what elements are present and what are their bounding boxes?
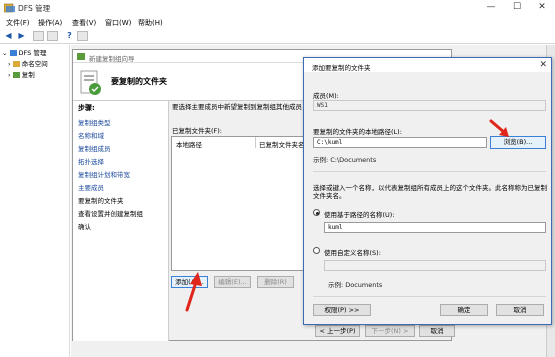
wizard-heading: 要复制的文件夹 (111, 77, 167, 86)
step-current: 要复制的文件夹 (78, 197, 124, 205)
path-example: 示例: C:\Documents (313, 156, 377, 164)
member-label: 成员(M): (313, 92, 339, 100)
path-based-name-label[interactable]: 使用基于路径的名称(U): (324, 209, 395, 219)
wizard-icon (77, 53, 85, 60)
toolbar: ◀ ▶ ? (0, 29, 555, 44)
column-folder-name[interactable]: 已复制文件夹名 (259, 139, 305, 149)
console-tree-icon[interactable] (33, 31, 44, 41)
close-button[interactable]: ✕ (529, 1, 555, 15)
expand-icon[interactable]: › (8, 60, 11, 68)
add-button[interactable]: 添加(A)... (171, 276, 208, 288)
steps-heading: 步骤: (78, 104, 95, 112)
dialog-close-icon[interactable]: ✕ (539, 60, 547, 70)
ok-button[interactable]: 确定 (440, 304, 488, 316)
expand-icon[interactable]: › (8, 71, 11, 79)
step-pending: 查看设置并创建复制组 (78, 210, 143, 218)
folder-name-info: 选择或键入一个名称，以代表复制组所有成员上的这个文件夹。此名称称为已复制文件夹名… (313, 184, 547, 200)
step-link[interactable]: 名称和域 (78, 130, 104, 140)
column-separator[interactable] (255, 137, 256, 148)
replication-icon (12, 72, 20, 78)
delete-button[interactable]: 删除(R) (257, 276, 294, 288)
custom-name-example: 示例: Documents (328, 281, 383, 289)
path-based-name-field[interactable]: kuml (324, 222, 546, 233)
step-link[interactable]: 复制组类型 (78, 117, 111, 127)
console-tree: ⌄ DFS 管理 › 命名空间 › 复制 (0, 45, 70, 357)
tree-item-replication[interactable]: › 复制 (8, 69, 35, 79)
divider (313, 171, 546, 172)
tree-item-namespaces[interactable]: › 命名空间 (8, 58, 48, 68)
title-bar: DFS 管理 — ☐ ✕ (0, 0, 555, 16)
tree-item-dfs-management[interactable]: ⌄ DFS 管理 (2, 47, 46, 57)
menu-action[interactable]: 操作(A) (38, 18, 62, 28)
folder-icon (12, 61, 20, 67)
step-pending: 确认 (78, 223, 91, 231)
forward-arrow-icon[interactable]: ▶ (16, 31, 27, 41)
minimize-button[interactable]: — (478, 1, 504, 15)
step-link[interactable]: 拓扑选择 (78, 156, 104, 166)
back-button[interactable]: < 上一步(P) (315, 325, 360, 337)
help-icon[interactable]: ? (64, 31, 75, 41)
wizard-steps-panel: 步骤: 复制组类型 名称和域 复制组成员 拓扑选择 复制组计划和带宽 主要成员 … (73, 101, 169, 341)
menu-file[interactable]: 文件(F) (6, 18, 30, 28)
dialog-title: 添加要复制的文件夹 (312, 64, 371, 72)
column-local-path[interactable]: 本地路径 (176, 139, 202, 149)
custom-name-field[interactable] (324, 260, 546, 271)
path-label: 要复制的文件夹的本地路径(L): (313, 128, 402, 136)
menu-view[interactable]: 查看(V) (72, 18, 96, 28)
step-link[interactable]: 主要成员 (78, 182, 104, 192)
menu-bar: 文件(F) 操作(A) 查看(V) 窗口(W) 帮助(H) (0, 16, 555, 29)
replicated-folders-label: 已复制文件夹(F): (172, 127, 223, 135)
dfs-app-icon (4, 3, 15, 13)
wizard-title: 新建复制组向导 (89, 55, 135, 63)
divider (313, 296, 546, 297)
dfs-icon (9, 50, 17, 56)
dialog-title-bar: 添加要复制的文件夹 ✕ (304, 58, 551, 72)
member-field: WS1 (313, 100, 546, 111)
custom-name-radio[interactable] (313, 247, 320, 254)
maximize-button[interactable]: ☐ (504, 1, 530, 15)
wizard-cancel-button[interactable]: 取消 (419, 325, 455, 337)
step-link[interactable]: 复制组计划和带宽 (78, 169, 130, 179)
local-path-input[interactable]: C:\kuml (313, 137, 487, 148)
permissions-button[interactable]: 权限(P) >> (313, 304, 371, 316)
properties-icon[interactable] (47, 31, 58, 41)
menu-help[interactable]: 帮助(H) (138, 18, 163, 28)
step-link[interactable]: 复制组成员 (78, 143, 111, 153)
window-title: DFS 管理 (18, 4, 51, 13)
collapse-icon[interactable]: ⌄ (2, 49, 7, 57)
next-button[interactable]: 下一步(N) > (365, 325, 415, 337)
browse-button[interactable]: 浏览(B)... (490, 136, 546, 149)
menu-window[interactable]: 窗口(W) (105, 18, 131, 28)
back-arrow-icon[interactable]: ◀ (3, 31, 14, 41)
edit-button[interactable]: 编辑(E)... (214, 276, 251, 288)
add-folder-dialog: 添加要复制的文件夹 ✕ 成员(M): WS1 要复制的文件夹的本地路径(L): … (303, 57, 552, 325)
dialog-cancel-button[interactable]: 取消 (496, 304, 544, 316)
show-pane-icon[interactable] (77, 31, 88, 41)
custom-name-label[interactable]: 使用自定义名称(S): (324, 247, 381, 257)
folder-replication-icon (80, 70, 101, 95)
path-based-name-radio[interactable] (313, 209, 320, 216)
